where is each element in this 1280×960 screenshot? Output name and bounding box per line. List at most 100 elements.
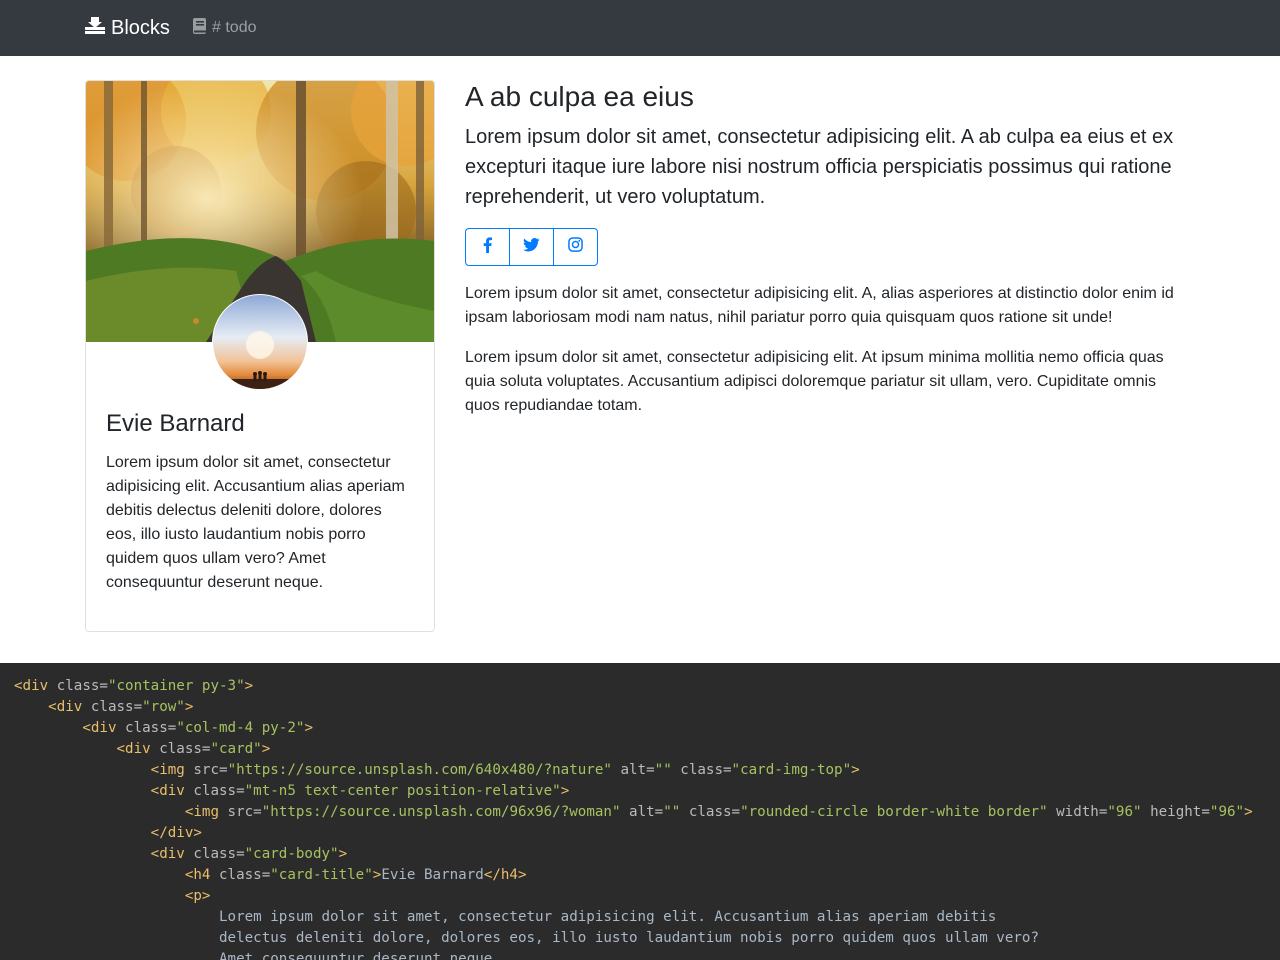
code-line: delectus deleniti dolore, dolores eos, i…: [14, 928, 1039, 949]
code-token: "card-title": [270, 867, 373, 883]
book-icon: [193, 17, 212, 39]
facebook-icon: [483, 236, 492, 258]
brand-link[interactable]: Blocks: [85, 14, 170, 42]
code-line: <img src="https://source.unsplash.com/96…: [14, 802, 1253, 823]
page-title: A ab culpa ea eius: [465, 81, 694, 112]
code-token: class=: [184, 846, 245, 862]
code-token: <p>: [184, 888, 211, 904]
instagram-button[interactable]: [553, 228, 598, 266]
code-token: >: [851, 762, 860, 778]
code-token: class=: [671, 762, 732, 778]
code-token: "": [654, 762, 672, 778]
code-line: Amet consequuntur deserunt neque.: [14, 949, 501, 960]
nav-link-todo[interactable]: # todo: [193, 17, 256, 39]
code-line: <h4 class="card-title">Evie Barnard</h4>: [14, 865, 527, 886]
code-token: <div: [48, 699, 83, 715]
profile-card: Evie Barnard Lorem ipsum dolor sit amet,…: [85, 80, 435, 632]
navbar: Blocks # todo: [0, 0, 1280, 56]
code-token: "container py-3": [107, 678, 245, 694]
code-line: <div class="container py-3">: [14, 676, 253, 697]
code-token: Lorem ipsum dolor sit amet, consectetur …: [14, 909, 997, 925]
code-line: <div class="row">: [14, 697, 193, 718]
code-line: <div class="col-md-4 py-2">: [14, 718, 313, 739]
code-token: >: [304, 720, 313, 736]
code-block: <div class="container py-3"> <div class=…: [0, 663, 1280, 960]
code-token: <div: [116, 741, 151, 757]
social-button-group: [465, 228, 598, 266]
code-token: >: [261, 741, 271, 757]
code-token: Amet consequuntur deserunt neque.: [14, 951, 501, 960]
code-token: <img: [184, 804, 220, 820]
code-token: "rounded-circle border-white border": [740, 804, 1048, 820]
code-line: <div class="card">: [14, 739, 271, 760]
code-token: "": [663, 804, 681, 820]
inbox-tray-icon: [85, 16, 111, 40]
code-token: class=: [48, 678, 108, 694]
code-token: class=: [116, 720, 177, 736]
brand-label: Blocks: [111, 16, 170, 39]
code-token: "96": [1107, 804, 1142, 820]
code-line: </div>: [14, 823, 202, 844]
code-token: "mt-n5 text-center position-relative": [244, 783, 561, 799]
code-token: height=: [1141, 804, 1210, 820]
code-token: alt=: [611, 762, 655, 778]
avatar: [212, 294, 308, 390]
code-token: <div: [14, 678, 49, 694]
code-token: alt=: [620, 804, 664, 820]
code-token: "card-img-top": [731, 762, 852, 778]
code-line: <div class="card-body">: [14, 844, 347, 865]
code-line: <img src="https://source.unsplash.com/64…: [14, 760, 860, 781]
code-token: class=: [210, 867, 271, 883]
code-token: "card": [210, 741, 262, 757]
code-line: Lorem ipsum dolor sit amet, consectetur …: [14, 907, 996, 928]
facebook-button[interactable]: [465, 228, 510, 266]
code-token: "card-body": [244, 846, 339, 862]
code-token: class=: [82, 699, 143, 715]
twitter-icon: [523, 237, 540, 257]
code-token: "row": [142, 699, 185, 715]
code-token: <div: [82, 720, 117, 736]
code-token: >: [338, 846, 348, 862]
code-token: class=: [680, 804, 741, 820]
twitter-button[interactable]: [509, 228, 554, 266]
body-paragraph-2: Lorem ipsum dolor sit amet, consectetur …: [465, 349, 1164, 414]
code-token: class=: [150, 741, 211, 757]
code-token: "col-md-4 py-2": [176, 720, 305, 736]
code-token: </h4>: [483, 867, 527, 883]
body-paragraph-1: Lorem ipsum dolor sit amet, consectetur …: [465, 285, 1174, 326]
code-line: <p>: [14, 886, 211, 907]
instagram-icon: [568, 237, 583, 257]
lead-paragraph: Lorem ipsum dolor sit amet, consectetur …: [465, 126, 1174, 208]
code-token: src=: [184, 762, 228, 778]
code-token: "https://source.unsplash.com/640x480/?na…: [227, 762, 612, 778]
code-token: class=: [184, 783, 245, 799]
code-token: >: [560, 783, 570, 799]
code-token: Evie Barnard: [381, 867, 484, 883]
code-token: <div: [150, 846, 185, 862]
code-token: >: [184, 699, 194, 715]
code-token: "96": [1209, 804, 1245, 820]
code-token: "https://source.unsplash.com/96x96/?woma…: [261, 804, 621, 820]
nav-link-label: # todo: [212, 19, 257, 36]
code-token: <div: [150, 783, 185, 799]
card-text: Lorem ipsum dolor sit amet, consectetur …: [106, 454, 405, 591]
code-token: <h4: [184, 867, 211, 883]
card-title: Evie Barnard: [106, 410, 245, 437]
code-line: <div class="mt-n5 text-center position-r…: [14, 781, 570, 802]
code-token: src=: [219, 804, 262, 820]
code-token: delectus deleniti dolore, dolores eos, i…: [14, 930, 1039, 946]
code-token: </div>: [150, 825, 202, 841]
code-token: width=: [1047, 804, 1108, 820]
code-token: >: [244, 678, 254, 694]
code-token: <img: [150, 762, 185, 778]
